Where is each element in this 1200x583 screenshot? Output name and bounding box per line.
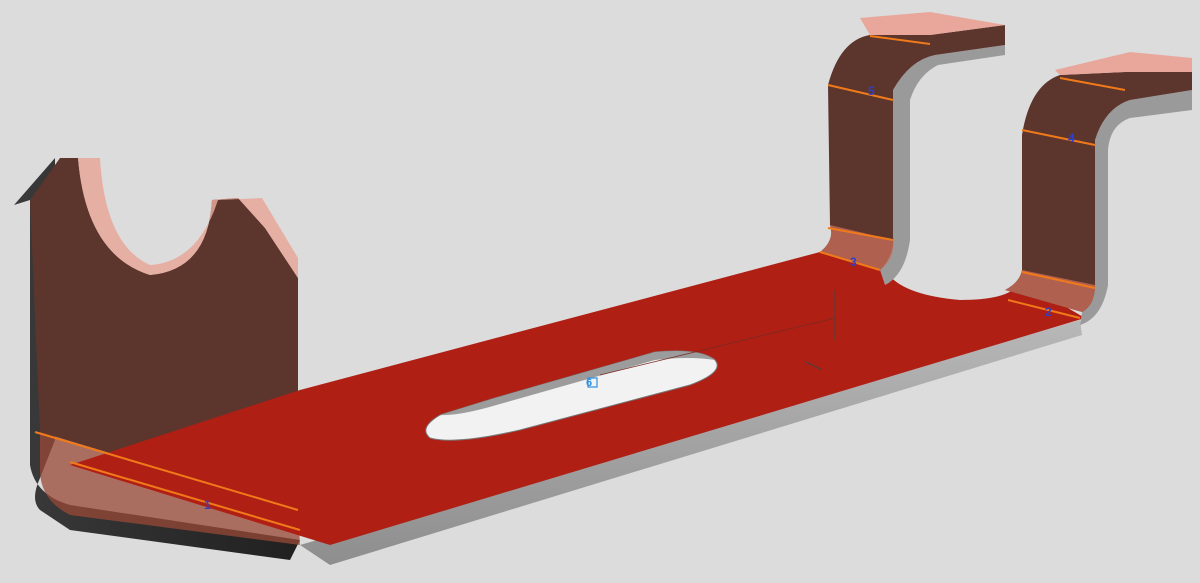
right-flange-a-side [880, 45, 1005, 285]
right-flange-a[interactable] [820, 12, 1005, 285]
right-flange-b[interactable] [1005, 52, 1192, 325]
bend-label-5: 5 [868, 84, 875, 98]
origin-marker-label: 6 [586, 377, 592, 389]
bend-label-4: 4 [1068, 131, 1075, 145]
bend-label-3: 3 [850, 255, 857, 269]
bend-label-1: 1 [204, 498, 211, 512]
right-flange-b-top [1055, 52, 1192, 75]
sheet-metal-model[interactable]: 1 2 3 4 5 6 [0, 0, 1200, 578]
cad-viewport[interactable]: 1 2 3 4 5 6 [0, 0, 1200, 578]
bend-label-2: 2 [1045, 305, 1052, 319]
